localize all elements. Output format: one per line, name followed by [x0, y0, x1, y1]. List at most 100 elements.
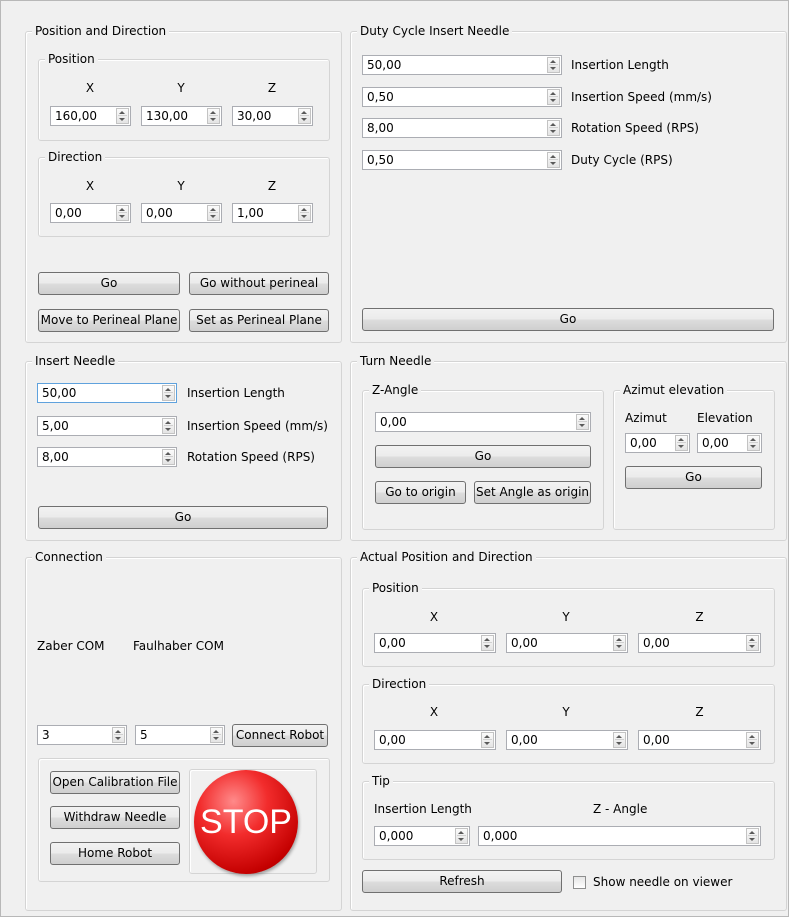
position-subgroup: Position: [38, 52, 330, 141]
direction-x-value: 0,00: [55, 206, 82, 220]
insert-length-spinbox[interactable]: 50,00: [37, 383, 177, 403]
duty-go-button[interactable]: Go: [362, 308, 774, 331]
duty-insertion-length-label: Insertion Length: [571, 58, 669, 72]
spin-arrows-icon[interactable]: [207, 108, 220, 124]
direction-z-value: 1,00: [237, 206, 264, 220]
duty-insertion-speed-value: 0,50: [367, 90, 394, 104]
go-button[interactable]: Go: [38, 272, 180, 295]
spin-arrows-icon[interactable]: [481, 635, 494, 651]
position-y-value: 130,00: [146, 109, 188, 123]
spin-arrows-icon[interactable]: [162, 385, 175, 401]
show-needle-label: Show needle on viewer: [593, 875, 733, 889]
tip-insertion-length-spinbox[interactable]: 0,000: [374, 826, 470, 846]
spin-arrows-icon[interactable]: [481, 732, 494, 748]
azimut-label: Azimut: [625, 411, 667, 425]
z-angle-value: 0,00: [380, 415, 407, 429]
spin-arrows-icon[interactable]: [112, 727, 125, 743]
spin-arrows-icon[interactable]: [747, 435, 760, 451]
direction-y-value: 0,00: [146, 206, 173, 220]
actual-direction-x-label: X: [429, 705, 439, 719]
actual-direction-title: Direction: [369, 677, 430, 692]
actual-position-y-value: 0,00: [511, 636, 538, 650]
go-without-perineal-button[interactable]: Go without perineal: [189, 272, 329, 295]
connection-title: Connection: [32, 550, 106, 565]
show-needle-checkbox[interactable]: [573, 876, 586, 889]
tip-insertion-length-value: 0,000: [379, 829, 414, 843]
tip-z-angle-spinbox[interactable]: 0,000: [478, 826, 761, 846]
actual-direction-y-spinbox[interactable]: 0,00: [506, 730, 628, 750]
insert-rotation-spinbox[interactable]: 8,00: [37, 447, 177, 467]
spin-arrows-icon[interactable]: [116, 205, 129, 221]
insert-length-value: 50,00: [42, 386, 77, 400]
direction-x-spinbox[interactable]: 0,00: [50, 203, 131, 223]
spin-arrows-icon[interactable]: [455, 828, 468, 844]
azimut-elevation-title: Azimut elevation: [620, 383, 728, 398]
spin-arrows-icon[interactable]: [547, 57, 560, 73]
spin-arrows-icon[interactable]: [547, 152, 560, 168]
elevation-spinbox[interactable]: 0,00: [697, 433, 762, 453]
position-subgroup-title: Position: [45, 52, 98, 67]
spin-arrows-icon[interactable]: [210, 727, 223, 743]
position-y-spinbox[interactable]: 130,00: [141, 106, 222, 126]
tip-z-angle-value: 0,000: [483, 829, 518, 843]
direction-z-spinbox[interactable]: 1,00: [232, 203, 313, 223]
set-as-perineal-plane-button[interactable]: Set as Perineal Plane: [189, 309, 329, 332]
spin-arrows-icon[interactable]: [613, 635, 626, 651]
actual-position-y-spinbox[interactable]: 0,00: [506, 633, 628, 653]
insert-speed-spinbox[interactable]: 5,00: [37, 416, 177, 436]
azimut-value: 0,00: [630, 436, 657, 450]
faulhaber-com-spinbox[interactable]: 5: [135, 725, 225, 745]
actual-direction-x-spinbox[interactable]: 0,00: [374, 730, 496, 750]
spin-arrows-icon[interactable]: [162, 418, 175, 434]
duty-rotation-speed-spinbox[interactable]: 8,00: [362, 118, 562, 138]
azimut-go-button[interactable]: Go: [625, 466, 762, 489]
spin-arrows-icon[interactable]: [746, 828, 759, 844]
spin-arrows-icon[interactable]: [298, 108, 311, 124]
faulhaber-com-label: Faulhaber COM: [133, 639, 224, 653]
actual-direction-z-spinbox[interactable]: 0,00: [638, 730, 761, 750]
duty-rotation-speed-label: Rotation Speed (RPS): [571, 121, 699, 135]
duty-insertion-length-spinbox[interactable]: 50,00: [362, 55, 562, 75]
spin-arrows-icon[interactable]: [207, 205, 220, 221]
spin-arrows-icon[interactable]: [746, 635, 759, 651]
spin-arrows-icon[interactable]: [613, 732, 626, 748]
spin-arrows-icon[interactable]: [547, 120, 560, 136]
azimut-spinbox[interactable]: 0,00: [625, 433, 690, 453]
actual-position-z-spinbox[interactable]: 0,00: [638, 633, 761, 653]
elevation-label: Elevation: [697, 411, 753, 425]
z-angle-go-button[interactable]: Go: [375, 445, 591, 468]
actual-position-x-spinbox[interactable]: 0,00: [374, 633, 496, 653]
spin-arrows-icon[interactable]: [162, 449, 175, 465]
connect-robot-button[interactable]: Connect Robot: [232, 724, 328, 747]
home-robot-button[interactable]: Home Robot: [50, 842, 180, 865]
spin-arrows-icon[interactable]: [116, 108, 129, 124]
withdraw-needle-button[interactable]: Withdraw Needle: [50, 806, 180, 829]
duty-insertion-length-value: 50,00: [367, 58, 402, 72]
direction-x-label: X: [85, 179, 95, 193]
go-to-origin-button[interactable]: Go to origin: [375, 481, 466, 504]
direction-z-label: Z: [267, 179, 277, 193]
refresh-button[interactable]: Refresh: [362, 870, 562, 893]
z-angle-spinbox[interactable]: 0,00: [375, 412, 591, 432]
spin-arrows-icon[interactable]: [576, 414, 589, 430]
duty-cycle-spinbox[interactable]: 0,50: [362, 150, 562, 170]
actual-position-x-label: X: [429, 610, 439, 624]
spin-arrows-icon[interactable]: [675, 435, 688, 451]
position-x-spinbox[interactable]: 160,00: [50, 106, 131, 126]
direction-y-spinbox[interactable]: 0,00: [141, 203, 222, 223]
move-to-perineal-plane-button[interactable]: Move to Perineal Plane: [38, 309, 180, 332]
actual-direction-y-value: 0,00: [511, 733, 538, 747]
position-z-spinbox[interactable]: 30,00: [232, 106, 313, 126]
insert-go-button[interactable]: Go: [38, 506, 328, 529]
set-angle-origin-button[interactable]: Set Angle as origin: [474, 481, 591, 504]
duty-insertion-speed-spinbox[interactable]: 0,50: [362, 87, 562, 107]
stop-button[interactable]: STOP: [194, 770, 298, 874]
zaber-com-spinbox[interactable]: 3: [37, 725, 127, 745]
spin-arrows-icon[interactable]: [547, 89, 560, 105]
z-angle-title: Z-Angle: [369, 383, 422, 398]
spin-arrows-icon[interactable]: [298, 205, 311, 221]
spin-arrows-icon[interactable]: [746, 732, 759, 748]
open-calibration-file-button[interactable]: Open Calibration File: [50, 771, 180, 794]
actual-position-x-value: 0,00: [379, 636, 406, 650]
tip-insertion-length-label: Insertion Length: [374, 802, 472, 816]
